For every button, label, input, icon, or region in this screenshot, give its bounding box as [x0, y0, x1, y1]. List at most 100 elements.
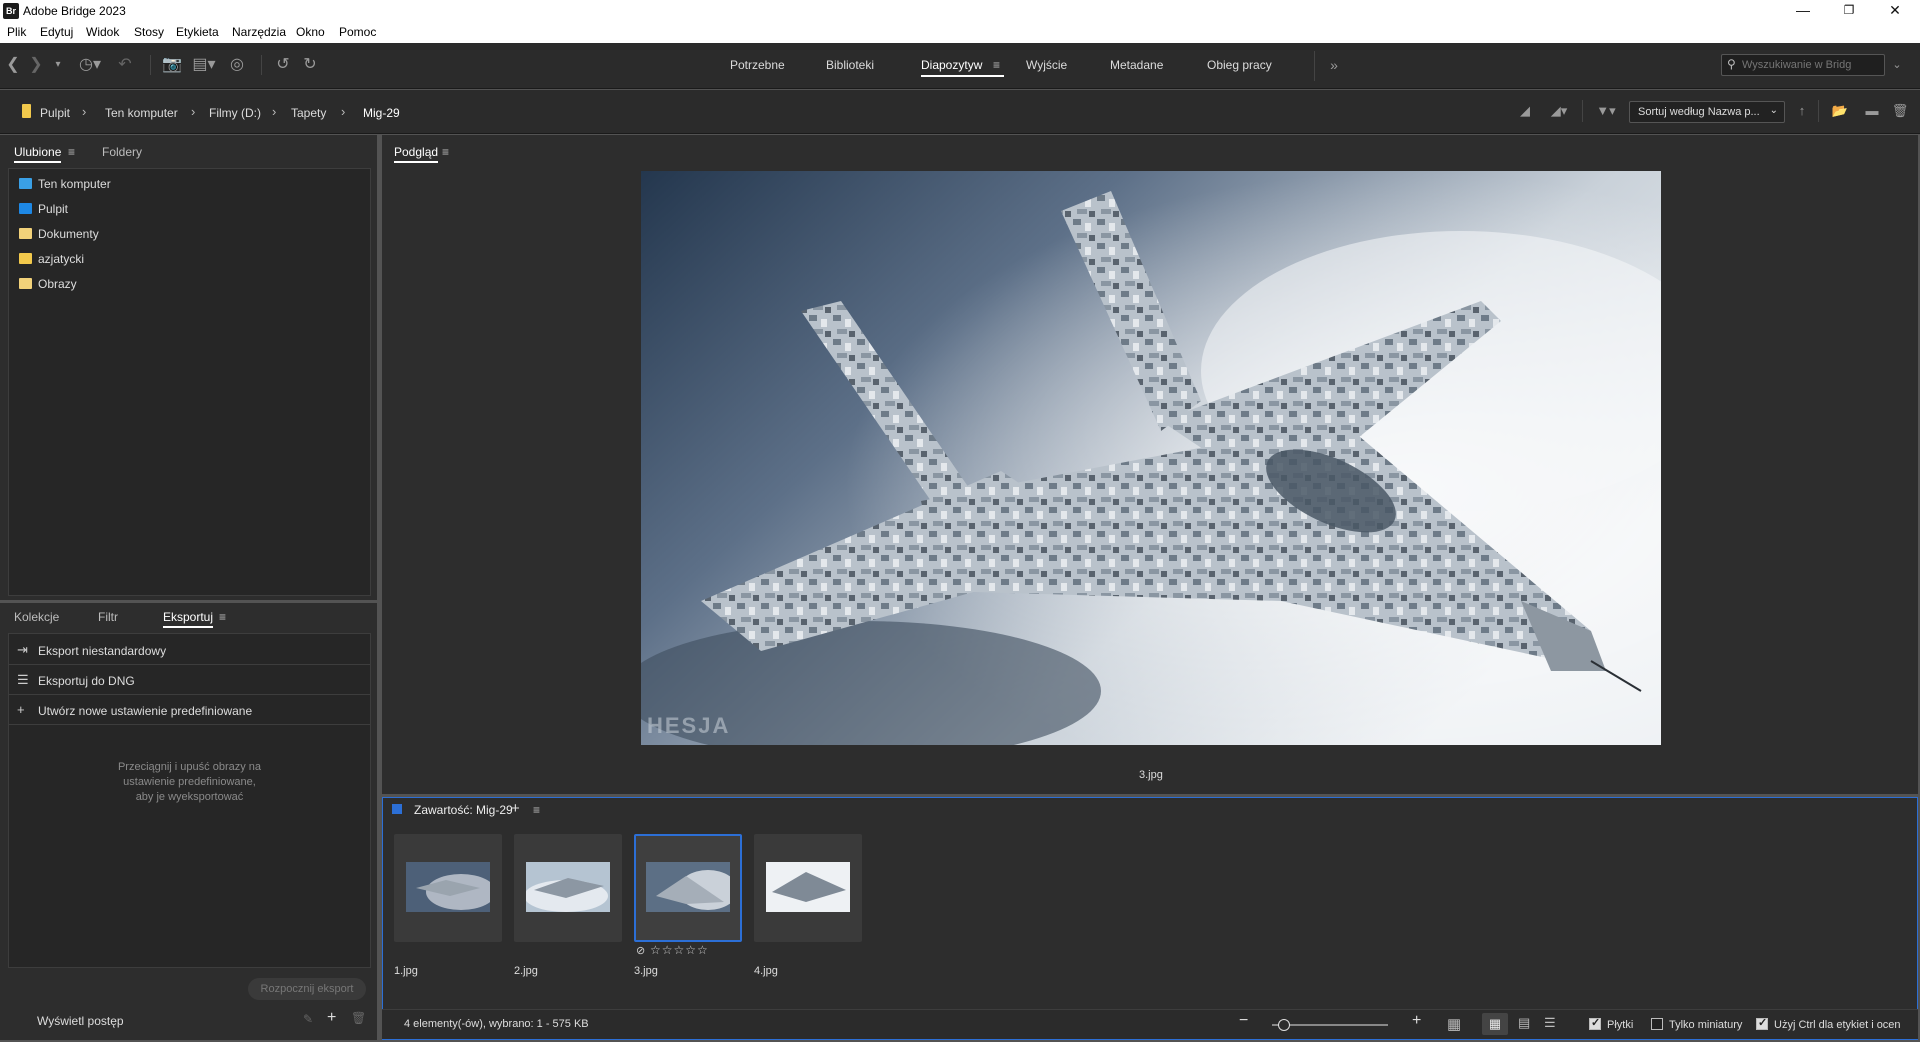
tiles-checkbox[interactable]: Płytki [1589, 1016, 1633, 1031]
breadcrumb-chevron-icon[interactable]: › [191, 104, 195, 119]
breadcrumb-filmy[interactable]: Filmy (D:) [209, 106, 261, 120]
view-list-icon[interactable]: ☰ [1544, 1015, 1556, 1031]
new-preset-item[interactable]: + Utwórz nowe ustawienie predefiniowane [8, 695, 371, 725]
thumbnail-image [766, 862, 850, 912]
menu-etykieta[interactable]: Etykieta [176, 25, 219, 39]
filter-icon[interactable]: ▼▾ [1590, 101, 1622, 121]
thumbnail-image [526, 862, 610, 912]
edit-pencil-icon[interactable]: ✎ [303, 1012, 313, 1026]
open-camera-raw-icon[interactable]: ◎ [226, 55, 248, 75]
zoom-in-icon[interactable]: + [1412, 1012, 1421, 1030]
menu-bar: Plik Edytuj Widok Stosy Etykieta Narzędz… [0, 22, 1920, 43]
camera-import-icon[interactable]: 📷 [161, 55, 183, 75]
search-box[interactable]: ⚲ [1721, 54, 1885, 76]
rating-filter-icon[interactable]: ◢▾ [1544, 101, 1574, 121]
tab-ulubione[interactable]: Ulubione [14, 145, 62, 163]
panel-menu-icon[interactable]: ≡ [442, 145, 449, 159]
breadcrumb-chevron-icon[interactable]: › [272, 104, 276, 119]
content-header: Zawartość: Mig-29 + ≡ [382, 799, 1918, 821]
favorite-obrazy[interactable]: Obrazy [19, 277, 77, 295]
thumbs-only-checkbox[interactable]: Tylko miniatury [1651, 1018, 1742, 1031]
search-options-chevron-icon[interactable]: ⌄ [1889, 55, 1905, 75]
ctrl-labels-checkbox[interactable]: Użyj Ctrl dla etykiet i ocen [1756, 1016, 1901, 1031]
export-dng-item[interactable]: ☰ Eksportuj do DNG [8, 665, 371, 695]
zoom-slider-thumb[interactable] [1278, 1019, 1290, 1031]
add-tab-icon[interactable]: + [511, 800, 520, 817]
history-icon[interactable]: ◷▾ [76, 55, 104, 75]
tab-kolekcje[interactable]: Kolekcje [14, 610, 59, 624]
breadcrumb-mig29[interactable]: Mig-29 [363, 106, 400, 120]
panel-menu-icon[interactable]: ≡ [533, 803, 540, 817]
menu-edytuj[interactable]: Edytuj [40, 25, 73, 39]
grid-lock-icon[interactable]: ▦ [1447, 1015, 1461, 1033]
recent-folder-icon[interactable]: 📂 [1825, 101, 1855, 121]
show-progress-link[interactable]: Wyświetl postęp [37, 1014, 124, 1028]
quality-icon[interactable]: ◢ [1515, 101, 1535, 121]
workspace-diapozytyw[interactable]: Diapozytyw [921, 58, 1005, 77]
add-preset-icon[interactable]: + [327, 1009, 336, 1027]
tab-podglad[interactable]: Podgląd [394, 145, 439, 163]
panel-menu-icon[interactable]: ≡ [219, 610, 226, 624]
recent-dropdown-icon[interactable]: ▾ [51, 55, 65, 75]
menu-narzedzia[interactable]: Narzędzia [232, 25, 286, 39]
view-thumbnails-icon[interactable]: ▦ [1482, 1013, 1508, 1035]
back-arrow-icon[interactable]: ❮ [4, 55, 22, 75]
sort-dropdown[interactable]: Sortuj według Nazwa p... ⌄ [1629, 101, 1785, 123]
rotate-right-icon[interactable]: ↻ [299, 55, 321, 75]
menu-plik[interactable]: Plik [7, 25, 26, 39]
refine-icon[interactable]: ▤▾ [189, 55, 219, 75]
workspace-wyjscie[interactable]: Wyjście [1026, 58, 1067, 72]
preview-image[interactable]: HESJA [641, 171, 1661, 745]
tab-foldery[interactable]: Foldery [102, 145, 142, 159]
rotate-left-icon[interactable]: ↺ [272, 55, 294, 75]
favorite-dokumenty[interactable]: Dokumenty [19, 227, 99, 245]
preview-filename: 3.jpg [1139, 769, 1163, 781]
menu-pomoc[interactable]: Pomoc [339, 25, 376, 39]
workspace-obieg-pracy[interactable]: Obieg pracy [1207, 58, 1272, 72]
menu-widok[interactable]: Widok [86, 25, 119, 39]
favorite-ten-komputer[interactable]: Ten komputer [19, 177, 111, 195]
more-workspaces-icon[interactable]: » [1326, 55, 1342, 75]
breadcrumb-chevron-icon[interactable]: › [341, 104, 345, 119]
favorite-azjatycki[interactable]: azjatycki [19, 252, 84, 270]
menu-okno[interactable]: Okno [296, 25, 325, 39]
search-input[interactable] [1742, 57, 1880, 73]
thumbnail-3[interactable] [634, 834, 742, 942]
tab-filtr[interactable]: Filtr [98, 610, 118, 624]
breadcrumb-tapety[interactable]: Tapety [291, 106, 326, 120]
trash-icon[interactable]: 🗑 [1890, 101, 1910, 121]
panel-menu-icon[interactable]: ≡ [68, 145, 75, 159]
menu-stosy[interactable]: Stosy [134, 25, 164, 39]
minimize-button[interactable]: — [1780, 0, 1826, 22]
breadcrumb-ten-komputer[interactable]: Ten komputer [105, 106, 178, 120]
favorite-pulpit[interactable]: Pulpit [19, 202, 68, 220]
thumbnail-4[interactable] [754, 834, 862, 942]
boomerang-icon[interactable]: ↶ [116, 55, 134, 75]
zoom-out-icon[interactable]: − [1239, 1012, 1248, 1030]
workspace-menu-icon[interactable]: ≡ [993, 58, 1000, 72]
toolbar-divider [261, 55, 262, 75]
forward-arrow-icon[interactable]: ❯ [27, 55, 45, 75]
start-export-button[interactable]: Rozpocznij eksport [248, 978, 366, 1000]
sort-ascending-icon[interactable]: ↑ [1793, 101, 1811, 121]
reject-icon[interactable]: ⊘ [636, 944, 645, 957]
workspace-metadane[interactable]: Metadane [1110, 58, 1163, 72]
thumbnail-4-label: 4.jpg [754, 965, 778, 977]
breadcrumb-chevron-icon[interactable]: › [82, 104, 86, 119]
close-button[interactable]: ✕ [1872, 0, 1918, 22]
delete-icon[interactable]: 🗑 [351, 1011, 366, 1025]
restore-button[interactable]: ❐ [1826, 0, 1872, 22]
tab-eksportuj[interactable]: Eksportuj [163, 610, 214, 628]
panel-color-icon [392, 804, 402, 814]
app-logo: Br [3, 3, 19, 19]
view-details-icon[interactable]: ▤ [1518, 1015, 1530, 1031]
workspace-potrzebne[interactable]: Potrzebne [730, 58, 785, 72]
workspace-biblioteki[interactable]: Biblioteki [826, 58, 874, 72]
thumbnail-2[interactable] [514, 834, 622, 942]
rating-stars[interactable]: ☆☆☆☆☆ [650, 943, 709, 957]
new-folder-icon[interactable]: ▬ [1862, 101, 1882, 121]
content-title: Zawartość: Mig-29 [414, 803, 513, 817]
export-custom-item[interactable]: ⇥ Eksport niestandardowy [8, 635, 371, 665]
breadcrumb-pulpit[interactable]: Pulpit [40, 106, 70, 120]
thumbnail-1[interactable] [394, 834, 502, 942]
